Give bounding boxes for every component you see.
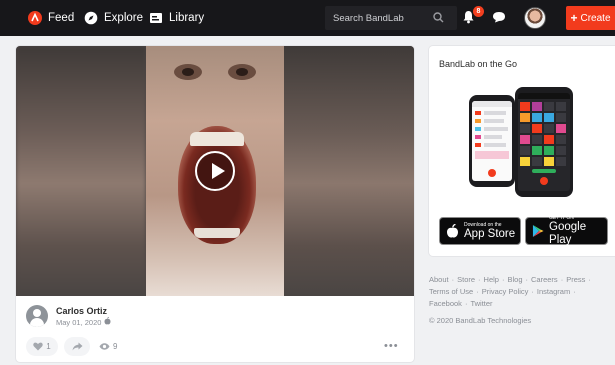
footer-link-careers[interactable]: Careers — [531, 275, 558, 284]
google-play-label: Google Play — [549, 221, 587, 246]
google-play-icon — [532, 224, 544, 238]
view-count-value: 9 — [113, 342, 118, 351]
heart-icon — [33, 342, 43, 351]
app-store-label: App Store — [464, 227, 516, 240]
chat-icon[interactable] — [492, 11, 506, 23]
nav-feed-label: Feed — [48, 12, 75, 24]
nav-library-label: Library — [169, 12, 205, 24]
create-label: Create — [580, 12, 611, 24]
apple-icon — [447, 223, 458, 238]
top-navigation-bar: Feed Explore Library 8 + Create — [0, 0, 615, 36]
footer-link-blog[interactable]: Blog — [507, 275, 522, 284]
more-options-button[interactable]: ••• — [384, 340, 399, 352]
footer-link-press[interactable]: Press — [566, 275, 585, 284]
apple-icon — [104, 317, 111, 325]
play-icon[interactable] — [195, 151, 235, 191]
share-button[interactable] — [64, 337, 90, 356]
nav-explore-label: Explore — [104, 12, 143, 24]
footer-links: About · Store · Help · Blog · Careers · Press · Ter… — [429, 275, 591, 308]
plus-icon: + — [570, 11, 578, 25]
post-card: Carlos Ortiz May 01, 2020 1 9 ••• — [16, 46, 414, 362]
nav-library[interactable]: Library — [149, 0, 204, 36]
search-input[interactable] — [333, 6, 429, 30]
notification-badge: 8 — [473, 6, 484, 17]
app-store-button[interactable]: Download on the App Store — [439, 217, 521, 245]
eye-icon — [99, 343, 110, 350]
bandlab-logo-icon — [28, 11, 42, 25]
footer-link-terms[interactable]: Terms of Use — [429, 287, 473, 296]
footer-link-facebook[interactable]: Facebook — [429, 299, 462, 308]
search-icon[interactable] — [433, 12, 444, 23]
view-count: 9 — [99, 342, 117, 351]
footer-link-about[interactable]: About — [429, 275, 449, 284]
footer-link-instagram[interactable]: Instagram — [537, 287, 570, 296]
author-name[interactable]: Carlos Ortiz — [56, 306, 107, 316]
video-teeth-bottom — [194, 228, 240, 238]
copyright-text: © 2020 BandLab Technologies — [429, 316, 532, 325]
share-icon — [72, 342, 82, 351]
video-player[interactable] — [16, 46, 414, 296]
footer-link-store[interactable]: Store — [457, 275, 475, 284]
nav-feed[interactable]: Feed — [28, 0, 74, 36]
like-count: 1 — [46, 342, 51, 351]
phone-illustration-back — [469, 95, 515, 187]
create-button[interactable]: + Create — [566, 6, 615, 30]
mobile-app-promo: BandLab on the Go Download on the App St… — [429, 46, 615, 256]
author-avatar[interactable] — [26, 305, 48, 327]
video-blur-right — [284, 46, 414, 296]
explore-compass-icon — [84, 11, 98, 25]
video-teeth-top — [190, 132, 244, 146]
footer-link-privacy[interactable]: Privacy Policy — [482, 287, 529, 296]
post-date: May 01, 2020 — [56, 318, 102, 327]
footer-link-twitter[interactable]: Twitter — [470, 299, 492, 308]
video-face-eyes — [174, 64, 256, 80]
google-play-button[interactable]: GET IT ON Google Play — [525, 215, 608, 246]
user-avatar[interactable] — [524, 7, 546, 29]
phone-illustration-front — [515, 87, 573, 197]
like-button[interactable]: 1 — [26, 337, 58, 356]
promo-title: BandLab on the Go — [439, 59, 518, 69]
video-blur-left — [16, 46, 146, 296]
library-icon — [150, 13, 162, 23]
footer-link-help[interactable]: Help — [484, 275, 499, 284]
nav-explore[interactable]: Explore — [84, 0, 143, 36]
